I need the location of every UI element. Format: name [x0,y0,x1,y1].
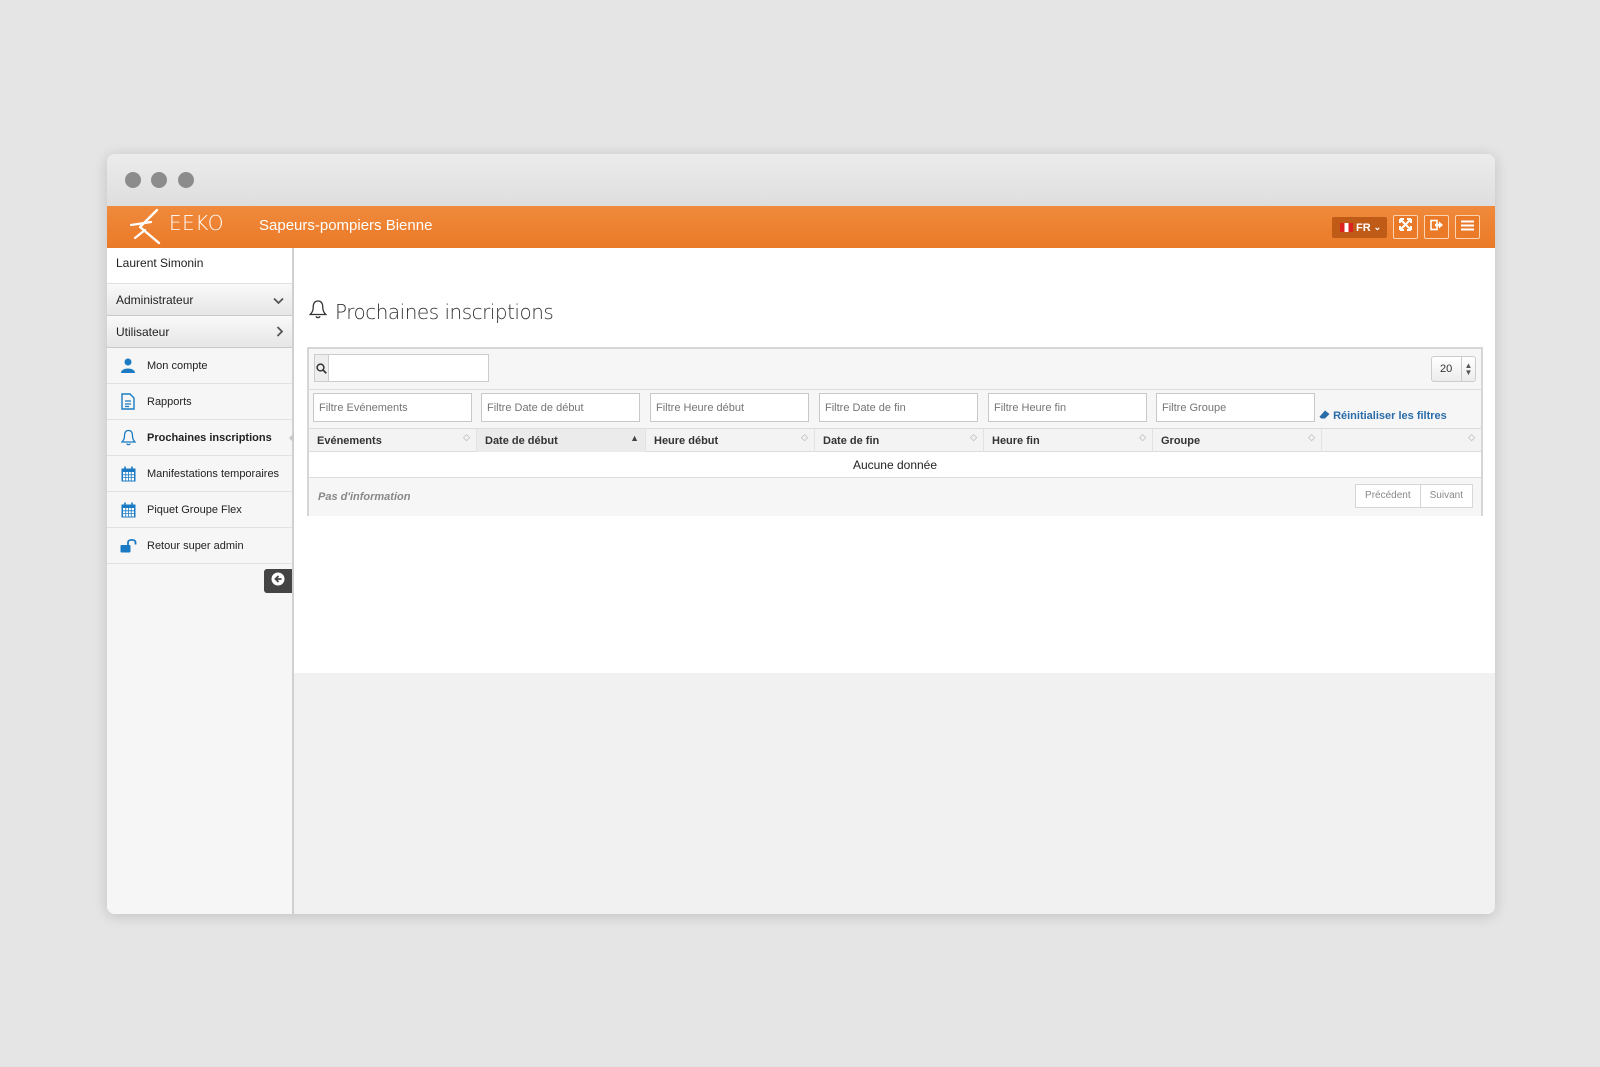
sidebar-item-mon-compte[interactable]: Mon compte [107,348,292,384]
sort-icon: ◇ [1468,432,1475,442]
menu-button[interactable] [1455,215,1480,239]
sidebar-item-label: Retour super admin [147,539,244,552]
sort-icon: ◇ [1139,432,1146,442]
sidebar-item-label: Manifestations temporaires [147,467,280,480]
reset-filters-label: Réinitialiser les filtres [1333,410,1447,422]
filter-row: Réinitialiser les filtres [309,389,1481,429]
bell-icon [308,299,328,324]
role-administrateur[interactable]: Administrateur [107,284,292,316]
column-header-date-debut[interactable]: Date de début ▲ [477,429,646,453]
column-header-label: Groupe [1161,435,1201,447]
previous-page-button[interactable]: Précédent [1355,484,1421,508]
fullscreen-button[interactable] [1393,215,1418,239]
filter-heure-fin-input[interactable] [988,393,1147,422]
page-title: Prochaines inscriptions [308,299,554,324]
pagination: Précédent Suivant [1355,484,1473,508]
app-header: EEKO Sapeurs-pompiers Bienne FR ⌄ [107,206,1495,248]
close-window-icon[interactable] [125,172,141,188]
chevron-down-icon: ⌄ [1373,222,1382,232]
empty-table-message: Aucune donnée [309,452,1481,478]
sidebar-item-rapports[interactable]: Rapports [107,384,292,420]
hamburger-menu-icon [1461,218,1474,236]
sidebar-item-label: Piquet Groupe Flex [147,503,242,516]
sidebar-item-retour-super-admin[interactable]: Retour super admin [107,528,292,564]
table-footer: Pas d'information Précédent Suivant [309,478,1481,516]
logout-button[interactable] [1424,215,1449,239]
sort-icon: ◇ [1308,432,1315,442]
column-header-evenements[interactable]: Evénements ◇ [309,429,477,453]
search-box [314,354,489,382]
sidebar-item-label: Mon compte [147,359,208,372]
language-label: FR [1356,221,1371,234]
sidebar-item-label: Rapports [147,395,192,408]
sidebar-item-prochaines-inscriptions[interactable]: Prochaines inscriptions [107,420,294,456]
page-length-select[interactable]: 20 ▲ ▼ [1431,356,1476,382]
eraser-icon [1319,410,1333,422]
column-header-label: Date de début [485,435,558,447]
sidebar: Laurent Simonin Administrateur Utilisate… [107,248,294,914]
eeko-logo-icon[interactable] [129,208,163,251]
filter-groupe-input[interactable] [1156,393,1315,422]
minimize-window-icon[interactable] [151,172,167,188]
role-utilisateur[interactable]: Utilisateur [107,316,292,348]
column-header-heure-fin[interactable]: Heure fin ◇ [984,429,1153,453]
sidebar-item-manifestations-temporaires[interactable]: Manifestations temporaires [107,456,292,492]
calendar-icon [119,501,137,519]
role-label: Administrateur [116,293,194,307]
table-header-row: Evénements ◇ Date de début ▲ Heure début… [309,428,1481,453]
browser-window: EEKO Sapeurs-pompiers Bienne FR ⌄ Lauren… [107,154,1495,914]
sort-icon: ◇ [970,432,977,442]
column-header-label: Evénements [317,435,382,447]
logout-icon [1429,218,1444,236]
document-icon [119,393,137,411]
column-header-label: Date de fin [823,435,880,447]
bell-icon [119,429,137,447]
filter-date-fin-input[interactable] [819,393,978,422]
sidebar-item-label: Prochaines inscriptions [147,431,272,444]
data-table-panel: 20 ▲▼ Réinitialiser les filtres [307,347,1483,516]
organization-name: Sapeurs-pompiers Bienne [259,217,433,234]
column-header-date-fin[interactable]: Date de fin ◇ [815,429,984,453]
column-header-label: Heure début [654,435,719,447]
filter-date-debut-input[interactable] [481,393,640,422]
page-length-value: 20 [1440,363,1453,375]
main-area: Prochaines inscriptions 20 ▲ ▼ Filtre Ev… [294,248,1495,914]
zoom-window-icon[interactable] [178,172,194,188]
column-header-heure-debut[interactable]: Heure début ◇ [646,429,815,453]
search-icon [315,355,329,381]
chevron-down-icon [273,293,284,308]
search-input[interactable] [329,355,488,381]
window-titlebar [107,154,1495,206]
fullscreen-icon [1399,218,1412,236]
language-selector[interactable]: FR ⌄ [1332,217,1387,238]
column-header-actions[interactable]: ◇ [1322,429,1481,453]
next-page-button[interactable]: Suivant [1420,484,1473,508]
calendar-icon [119,465,137,483]
logo-text[interactable]: EEKO [169,211,224,235]
sidebar-item-piquet-groupe-flex[interactable]: Piquet Groupe Flex [107,492,292,528]
select-arrows-icon: ▲ ▼ [1461,357,1475,381]
sort-ascending-icon: ▲ [630,433,639,443]
sort-icon: ◇ [801,432,808,442]
filter-heure-debut-input[interactable] [650,393,809,422]
role-label: Utilisateur [116,325,170,339]
reset-filters-link[interactable]: Réinitialiser les filtres [1319,410,1447,422]
user-name: Laurent Simonin [107,248,292,284]
filter-evenements-input[interactable] [313,393,472,422]
sort-icon: ◇ [463,432,470,442]
chevron-right-icon [276,325,284,340]
table-info: Pas d'information [318,491,411,503]
main-content: Prochaines inscriptions 20 ▲ ▼ Filtre Ev… [294,248,1495,673]
unlock-icon [119,537,137,555]
collapse-sidebar-button[interactable] [264,569,292,593]
arrow-left-circle-icon [271,572,285,591]
flag-icon [1340,223,1353,232]
column-header-groupe[interactable]: Groupe ◇ [1153,429,1322,453]
user-icon [119,357,137,375]
column-header-label: Heure fin [992,435,1040,447]
page-title-text: Prochaines inscriptions [335,299,554,324]
